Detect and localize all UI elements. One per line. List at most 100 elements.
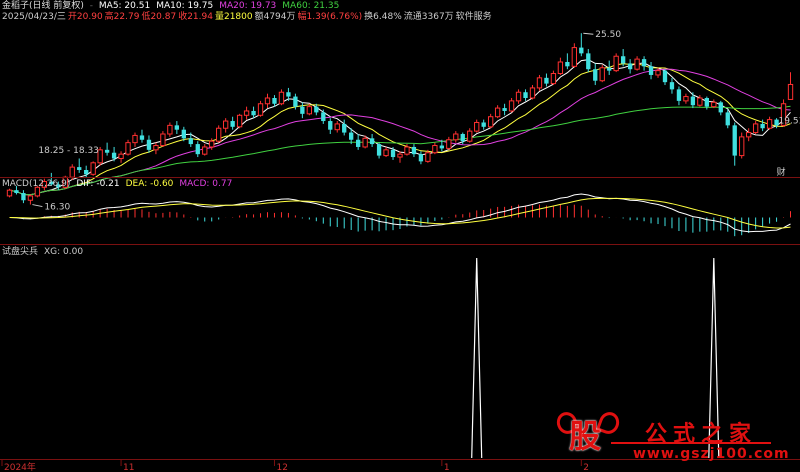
high-label: 25.50 (595, 30, 621, 40)
quote-field-9: 流通3367万 (403, 12, 454, 22)
candle-body (725, 112, 730, 126)
watermark-gu: 股 (568, 417, 601, 455)
macd-field-1: DIF: -0.21 (76, 179, 120, 189)
candle-body (111, 152, 117, 159)
candle-body (195, 144, 200, 155)
ma-value-1: MA10: 19.75 (156, 1, 214, 11)
candle-body (550, 73, 557, 85)
ma-value-3: MA60: 21.35 (282, 1, 340, 11)
candle-body (746, 132, 752, 138)
candle-body (739, 136, 745, 157)
candle-body (529, 87, 536, 99)
candle-body (453, 133, 459, 141)
panel-separator (0, 244, 800, 245)
macd-header: MACD(12,26,9) DIF: -0.21 DEA: -0.60 MACD: 0… (2, 179, 238, 190)
candle-body (460, 134, 465, 142)
candle-body (593, 69, 598, 81)
candle-body (634, 58, 640, 70)
low-marker (32, 204, 43, 208)
range-label: 18.25 - 18.33 (38, 146, 98, 156)
candle-body (328, 121, 333, 130)
candle-body (69, 166, 75, 178)
candle-body (321, 112, 326, 122)
candle-body (202, 146, 208, 155)
candle-body (376, 144, 382, 156)
candle-body (432, 145, 438, 154)
candle-body (278, 91, 285, 105)
candle-body (467, 130, 473, 142)
candle-body (544, 77, 549, 84)
candle-body (669, 82, 675, 90)
x-tick-label: 1 (444, 463, 450, 472)
macd-field-0: MACD(12,26,9) (2, 179, 71, 189)
macd-field-3: MACD: 0.77 (179, 179, 233, 189)
stock-chart: 25.5016.3018.25 - 18.3319.51财 2024年11121… (1, 30, 800, 472)
quote-field-10: 软件服务 (455, 12, 492, 22)
candle-body (494, 107, 501, 118)
watermark-bar (611, 442, 771, 444)
candle-body (257, 103, 264, 116)
candle-body (146, 139, 152, 150)
candle-body (515, 91, 522, 102)
candle-body (613, 55, 619, 72)
x-tick-label: 2024年 (4, 461, 36, 472)
header-sep: - (89, 1, 94, 11)
candle-body (474, 121, 480, 132)
candle-body (508, 100, 515, 112)
candle-body (732, 125, 737, 156)
high-marker (583, 32, 594, 35)
x-axis: 2024年 11 12 1 2 (1, 460, 589, 472)
x-tick-label: 12 (276, 463, 287, 472)
candle-body (683, 96, 689, 102)
candle-body (314, 106, 319, 113)
candle-body (236, 114, 243, 128)
candle-body (523, 92, 528, 98)
candle-body (411, 146, 417, 155)
candle-body (787, 83, 794, 100)
candle-body (251, 110, 256, 116)
quote-field-7: 幅1.39(6.76%) (297, 12, 363, 22)
candle-body (355, 139, 361, 147)
candle-body (620, 56, 626, 64)
candle-body (264, 97, 271, 105)
quote-field-1: 开20.90 (67, 12, 103, 22)
candle-body (487, 116, 494, 128)
candle-body (397, 153, 403, 158)
macd-panel (9, 193, 792, 237)
candle-body (760, 123, 765, 129)
candle-body (418, 154, 424, 162)
candle-body (648, 66, 654, 75)
xg-spike (471, 257, 483, 459)
xg-field-0: 试盘尖兵 (2, 247, 39, 257)
candle-body (599, 67, 605, 82)
candle-body (711, 101, 717, 108)
candle-body (752, 123, 759, 134)
candle-body (125, 142, 131, 155)
candle-body (369, 138, 375, 145)
quote-field-3: 低20.87 (141, 12, 177, 22)
quote-field-6: 额4794万 (254, 12, 296, 22)
candle-body (446, 139, 452, 149)
candle-body (188, 138, 193, 145)
xg-header: 试盘尖兵 XG: 0.00 (2, 247, 89, 258)
quote-field-0: 2025/04/23/三 (2, 12, 66, 22)
candle-body (139, 135, 145, 140)
price-header-row2: 2025/04/23/三 开20.90 高22.79 低20.87 收21.94 量218… (2, 12, 494, 23)
candle-body (676, 89, 682, 101)
candle-body (167, 124, 173, 135)
candle-body (14, 190, 19, 194)
x-tick-label: 11 (123, 463, 134, 472)
candle-body (627, 63, 633, 70)
candle-body (230, 121, 235, 127)
candle-body (607, 67, 612, 71)
macd-field-2: DEA: -0.60 (125, 179, 174, 189)
candle-body (153, 145, 159, 151)
candle-body (174, 125, 180, 130)
candle-body (390, 149, 396, 158)
candle-body (90, 162, 96, 175)
quote-field-2: 高22.79 (104, 12, 140, 22)
panel-separator (0, 177, 800, 178)
candle-body (160, 133, 166, 147)
quote-field-5: 量21800 (214, 12, 253, 22)
candle-body (404, 146, 410, 155)
